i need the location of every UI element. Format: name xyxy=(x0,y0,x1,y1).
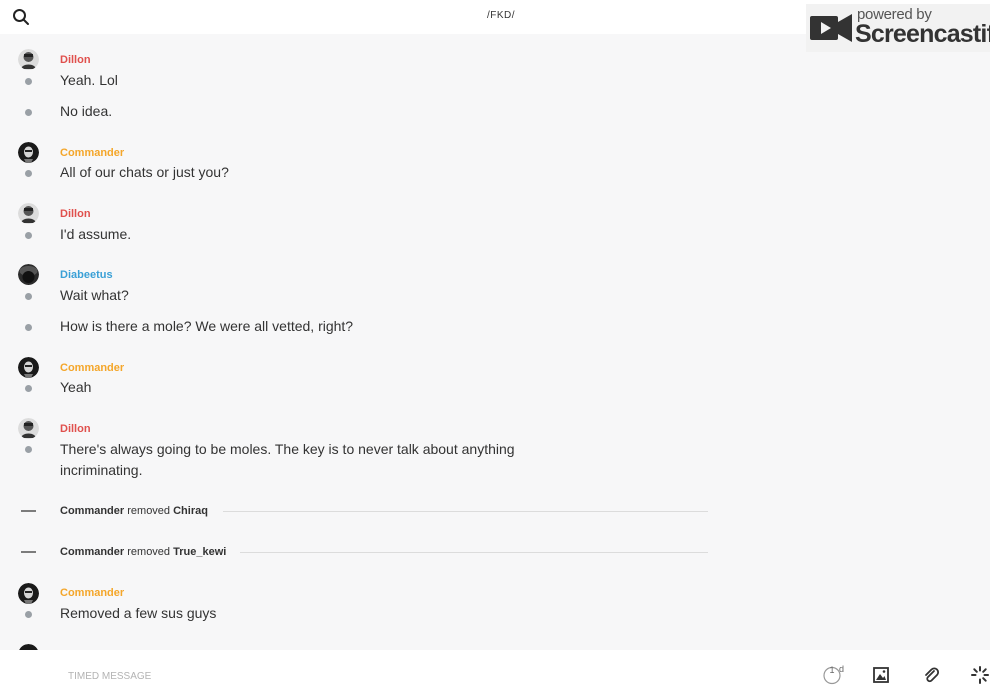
system-event-target[interactable]: Chiraq xyxy=(173,505,208,517)
message-dot xyxy=(25,78,32,85)
avatar[interactable] xyxy=(18,357,39,378)
message-dot xyxy=(25,611,32,618)
system-event-actor[interactable]: Commander xyxy=(60,505,124,517)
message-dot xyxy=(25,293,32,300)
message-text: Yeah xyxy=(60,379,92,395)
message-text: Yeah. Lol xyxy=(60,72,118,88)
message-text: Wait what? xyxy=(60,287,129,303)
message-dot xyxy=(25,324,32,331)
message-dot xyxy=(25,446,32,453)
watermark-brand-name: Screencastify xyxy=(855,20,990,48)
sender-name[interactable]: Dillon xyxy=(60,54,91,66)
message-composer xyxy=(0,650,990,700)
system-event-dash xyxy=(21,551,36,553)
system-event: Commander removed Chiraq xyxy=(60,505,208,517)
sender-name[interactable]: Commander xyxy=(60,147,124,159)
avatar[interactable] xyxy=(18,418,39,439)
message-text: Removed a few sus guys xyxy=(60,605,217,621)
divider-line xyxy=(223,511,708,512)
system-event-target[interactable]: True_kewi xyxy=(173,546,226,558)
paperclip-icon[interactable] xyxy=(921,665,941,685)
divider-line xyxy=(240,552,708,553)
system-event-action: removed xyxy=(127,505,171,517)
video-camera-icon xyxy=(810,14,852,42)
message-text: All of our chats or just you? xyxy=(60,164,229,180)
avatar[interactable] xyxy=(18,264,39,285)
avatar[interactable] xyxy=(18,142,39,163)
message-dot xyxy=(25,170,32,177)
timer-unit: d xyxy=(839,664,845,674)
timer-value: 1 xyxy=(829,665,835,675)
system-event-action: removed xyxy=(127,546,171,558)
system-event-actor[interactable]: Commander xyxy=(60,546,124,558)
avatar[interactable] xyxy=(18,583,39,604)
system-event: Commander removed True_kewi xyxy=(60,546,226,558)
system-event-dash xyxy=(21,510,36,512)
image-icon[interactable] xyxy=(871,665,891,685)
message-text: No idea. xyxy=(60,103,113,119)
spinner-icon[interactable] xyxy=(970,665,990,685)
message-dot xyxy=(25,109,32,116)
message-input[interactable] xyxy=(66,664,770,688)
screencastify-watermark: powered by Screencastify xyxy=(806,4,990,52)
sender-name[interactable]: Dillon xyxy=(60,423,91,435)
message-text: There's always going to be moles. The ke… xyxy=(60,441,515,478)
avatar[interactable] xyxy=(18,49,39,70)
sender-name[interactable]: Commander xyxy=(60,362,124,374)
sender-name[interactable]: Dillon xyxy=(60,208,91,220)
message-text: How is there a mole? We were all vetted,… xyxy=(60,318,354,334)
message-text: I'd assume. xyxy=(60,226,132,242)
message-dot xyxy=(25,385,32,392)
sender-name[interactable]: Diabeetus xyxy=(60,269,113,281)
avatar[interactable] xyxy=(18,203,39,224)
sender-name[interactable]: Commander xyxy=(60,587,124,599)
message-dot xyxy=(25,232,32,239)
